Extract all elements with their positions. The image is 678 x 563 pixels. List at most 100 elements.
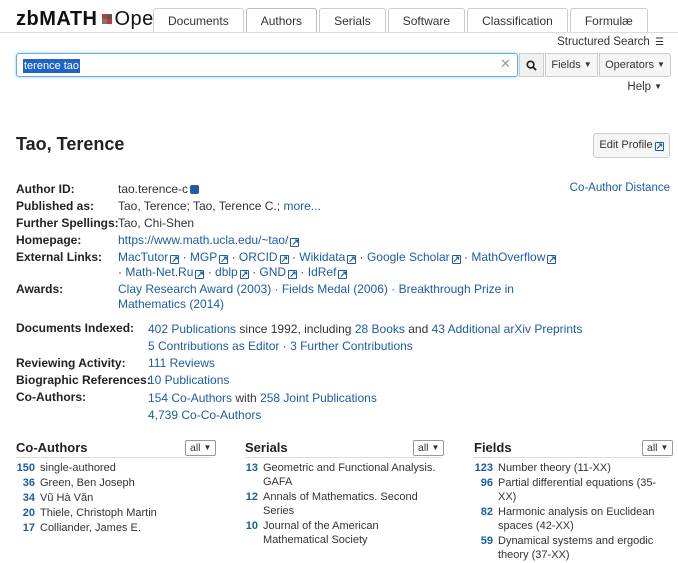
item-text: single-authored xyxy=(40,462,116,474)
external-link-icon: ↗ xyxy=(239,269,249,279)
biographic-link[interactable]: 10 Publications xyxy=(148,373,229,387)
list-item[interactable]: 150 single-authored xyxy=(16,461,216,475)
list-item[interactable]: 96 Partial differential equations (35-XX) xyxy=(474,476,674,504)
co-authors-list: 150 single-authored 36 Green, Ben Joseph 3… xyxy=(16,461,216,536)
fields-dropdown[interactable]: Fields ▼ xyxy=(545,53,598,77)
item-count: 17 xyxy=(22,522,35,534)
with-text: with xyxy=(235,391,257,405)
fields-heading: Fields xyxy=(474,440,512,455)
item-text: Dynamical systems and ergodic theory (37… xyxy=(498,535,654,561)
logo-zbmath-text: zbMATH xyxy=(16,8,98,30)
awards-link-line1[interactable]: Clay Research Award (2003) · Fields Meda… xyxy=(118,282,514,296)
list-item[interactable]: 17 Colliander, James E. xyxy=(16,521,216,535)
fields-list: 123 Number theory (11-XX) 96 Partial diffe… xyxy=(474,461,674,563)
chevron-down-icon: ▼ xyxy=(654,82,662,91)
tab-serials[interactable]: Serials xyxy=(319,8,386,33)
external-link-icon: ↗ xyxy=(170,254,180,264)
chevron-down-icon: ▼ xyxy=(431,443,440,452)
publications-link[interactable]: 402 Publications xyxy=(148,322,236,336)
list-item[interactable]: 82 Harmonic analysis on Euclidean spaces … xyxy=(474,505,674,533)
link-mgp[interactable]: MGP xyxy=(190,250,217,264)
operators-label: Operators xyxy=(605,59,654,71)
fields-filter-select[interactable]: all ▼ xyxy=(642,440,674,456)
biographic-references-value: 10 Publications xyxy=(148,373,229,388)
arxiv-link[interactable]: 43 Additional arXiv Preprints xyxy=(432,322,583,336)
co-co-authors-link[interactable]: 4,739 Co-Co-Authors xyxy=(148,408,261,422)
co-authors-filter-select[interactable]: all ▼ xyxy=(185,440,217,456)
link-idref[interactable]: IdRef xyxy=(308,265,337,279)
reviews-link[interactable]: 111 Reviews xyxy=(148,356,215,370)
item-count: 13 xyxy=(245,462,258,474)
more-link[interactable]: more... xyxy=(283,199,320,213)
link-orcid[interactable]: ORCID xyxy=(239,250,278,264)
list-item[interactable]: 13 Geometric and Functional Analysis. GAF… xyxy=(245,461,442,489)
tab-software[interactable]: Software xyxy=(387,8,466,33)
reviewing-activity-label: Reviewing Activity: xyxy=(16,356,126,370)
filter-label: all xyxy=(647,442,658,454)
clear-search-icon[interactable]: ✕ xyxy=(500,56,511,72)
since-text: since 1992, including xyxy=(239,322,352,336)
further-contributions-link[interactable]: 3 Further Contributions xyxy=(290,339,413,353)
link-math-net-ru[interactable]: Math-Net.Ru xyxy=(125,265,193,279)
list-item[interactable]: 12 Annals of Mathematics. Second Series xyxy=(245,490,442,518)
co-authors-link[interactable]: 154 Co-Authors xyxy=(148,391,232,405)
search-button[interactable] xyxy=(519,53,544,77)
link-mactutor[interactable]: MacTutor xyxy=(118,250,168,264)
co-authors-heading: Co-Authors xyxy=(16,440,88,455)
author-name: Tao, Terence xyxy=(16,134,125,154)
item-count: 10 xyxy=(245,520,258,532)
external-links-label: External Links: xyxy=(16,250,103,264)
chevron-down-icon: ▼ xyxy=(660,443,669,452)
tab-formulae[interactable]: Formulæ xyxy=(569,8,648,33)
item-count: 123 xyxy=(474,462,493,474)
author-id-value: tao.terence-c xyxy=(118,182,200,197)
published-as-label: Published as: xyxy=(16,199,95,213)
awards-value: Clay Research Award (2003) · Fields Meda… xyxy=(118,282,538,312)
help-label: Help xyxy=(627,81,652,93)
operators-dropdown[interactable]: Operators ▼ xyxy=(599,53,671,77)
documents-indexed-label: Documents Indexed: xyxy=(16,321,135,335)
awards-link-line2[interactable]: Mathematics (2014) xyxy=(118,297,224,311)
external-link-icon: ↗ xyxy=(338,269,348,279)
list-item[interactable]: 10 Journal of the American Mathematical S… xyxy=(245,519,442,547)
main-tabs: Documents Authors Serials Software Class… xyxy=(153,8,650,33)
joint-publications-link[interactable]: 258 Joint Publications xyxy=(260,391,377,405)
item-text: Colliander, James E. xyxy=(40,522,141,534)
list-item[interactable]: 123 Number theory (11-XX) xyxy=(474,461,674,475)
books-link[interactable]: 28 Books xyxy=(355,322,405,336)
tab-authors[interactable]: Authors xyxy=(245,8,318,33)
homepage-link[interactable]: https://www.math.ucla.edu/~tao/ xyxy=(118,233,288,247)
link-dblp[interactable]: dblp xyxy=(215,265,238,279)
help-dropdown[interactable]: Help ▼ xyxy=(627,81,662,93)
search-input-value: terence tao xyxy=(23,59,81,73)
list-item[interactable]: 59 Dynamical systems and ergodic theory (… xyxy=(474,534,674,562)
link-google-scholar[interactable]: Google Scholar xyxy=(367,250,450,264)
published-as-value: Tao, Terence; Tao, Terence C.; more... xyxy=(118,199,321,214)
structured-search-link[interactable]: Structured Search ☰ xyxy=(557,36,664,48)
edit-profile-button[interactable]: Edit Profile ↗ xyxy=(593,133,670,158)
serials-filter-select[interactable]: all ▼ xyxy=(413,440,445,456)
co-author-distance-link[interactable]: Co-Author Distance xyxy=(570,182,670,194)
item-text: Annals of Mathematics. Second Series xyxy=(263,491,418,517)
external-link-icon: ↗ xyxy=(451,254,461,264)
external-link-icon: ↗ xyxy=(347,254,357,264)
item-count: 20 xyxy=(22,507,35,519)
tab-documents[interactable]: Documents xyxy=(153,8,244,33)
tab-classification[interactable]: Classification xyxy=(467,8,568,33)
serials-heading: Serials xyxy=(245,440,288,455)
search-input[interactable]: terence tao xyxy=(16,53,518,77)
zbmath-logo[interactable]: zbMATH Open xyxy=(16,8,165,31)
link-mathoverflow[interactable]: MathOverflow xyxy=(471,250,545,264)
rss-icon[interactable] xyxy=(190,185,200,194)
item-text: Thiele, Christoph Martin xyxy=(40,507,157,519)
link-gnd[interactable]: GND xyxy=(259,265,286,279)
co-authors-label: Co-Authors: xyxy=(16,390,86,404)
list-item[interactable]: 20 Thiele, Christoph Martin xyxy=(16,506,216,520)
column-divider xyxy=(16,457,213,458)
column-divider xyxy=(245,457,442,458)
biographic-references-label: Biographic References: xyxy=(16,373,151,387)
link-wikidata[interactable]: Wikidata xyxy=(299,250,345,264)
list-item[interactable]: 34 Vũ Hà Văn xyxy=(16,491,216,505)
list-item[interactable]: 36 Green, Ben Joseph xyxy=(16,476,216,490)
editor-link[interactable]: 5 Contributions as Editor xyxy=(148,339,279,353)
